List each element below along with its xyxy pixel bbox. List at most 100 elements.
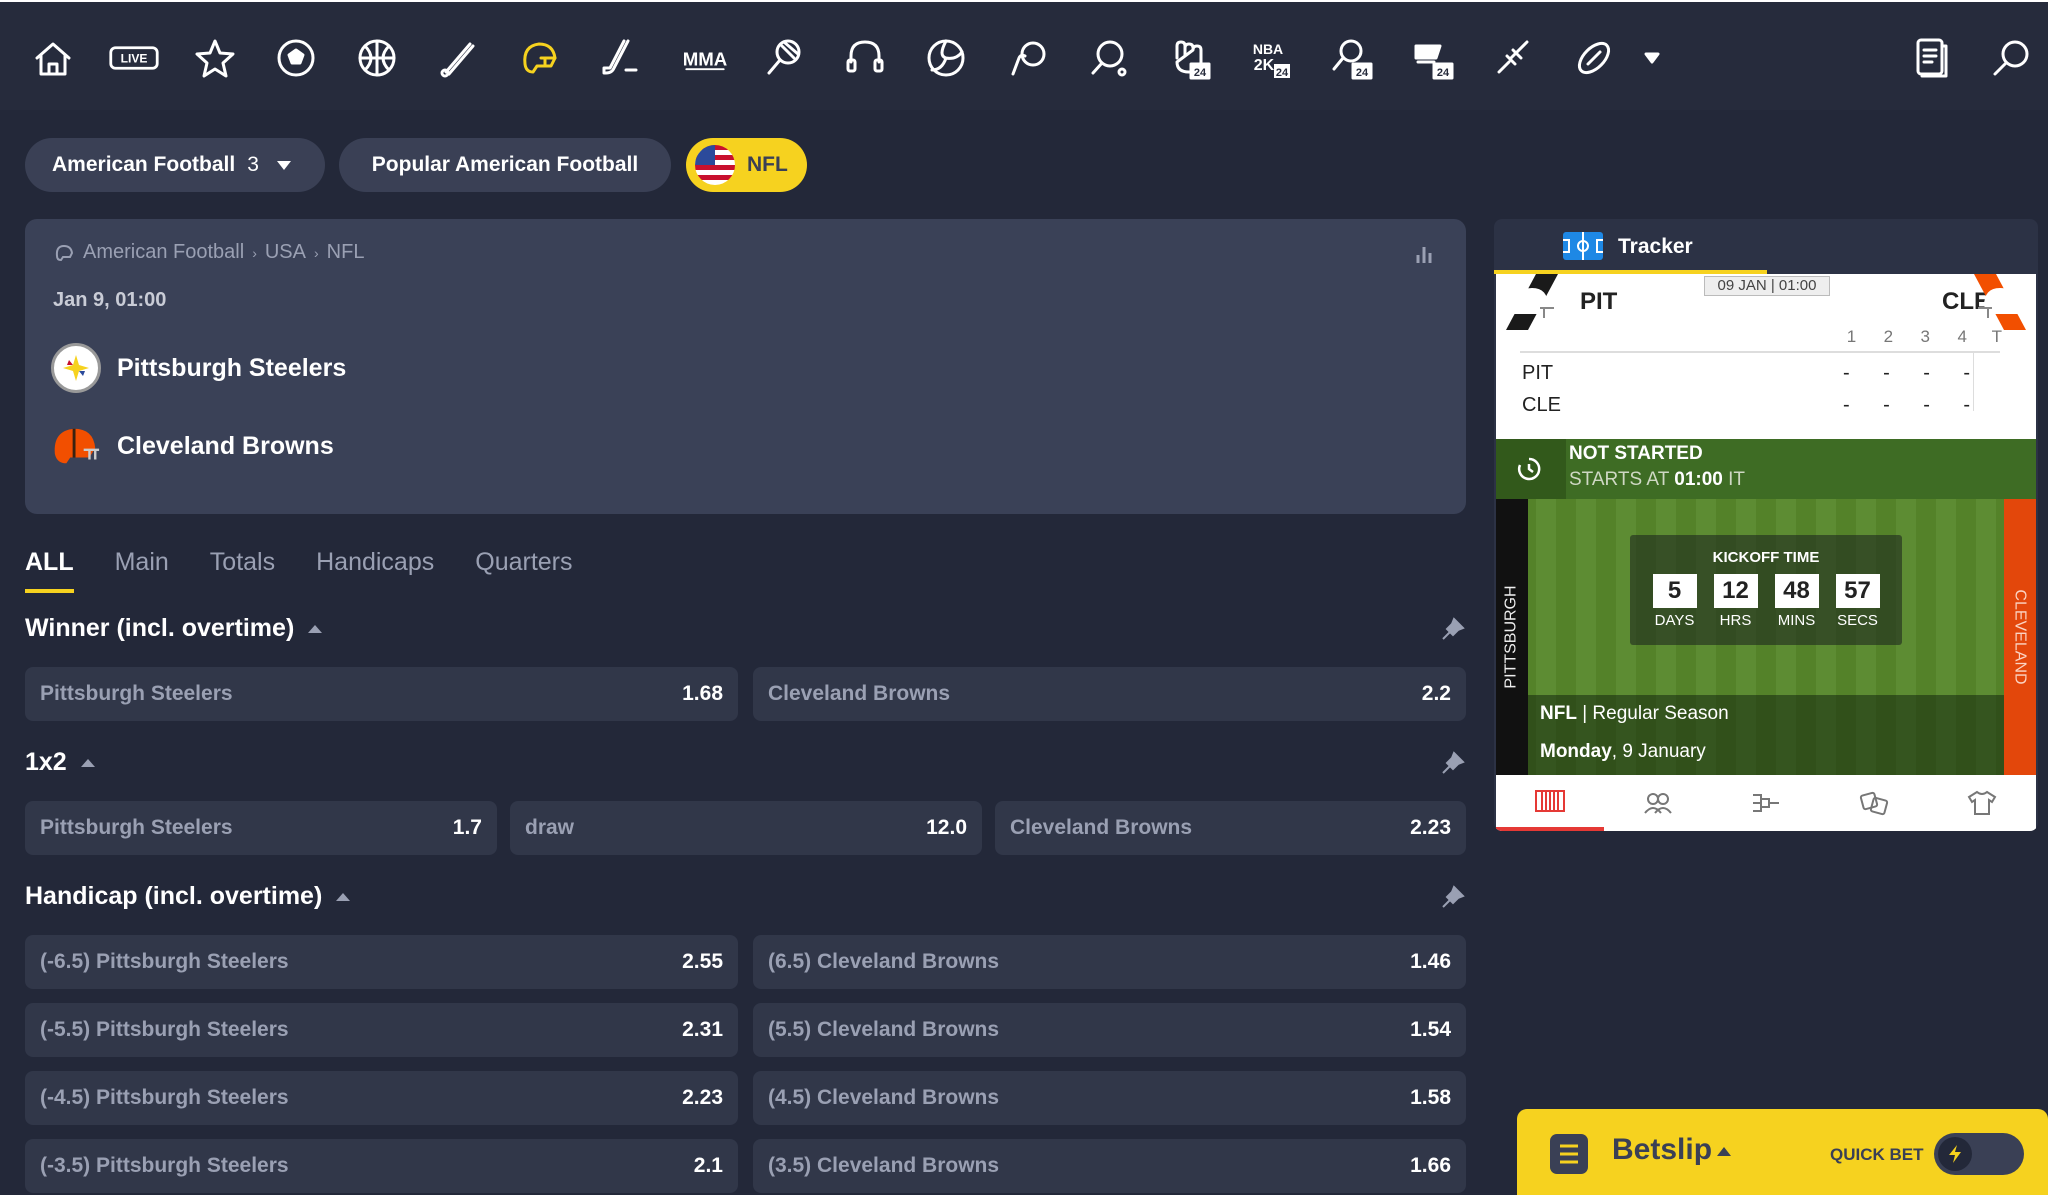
tab-main[interactable]: Main	[115, 548, 169, 593]
tennis-24-icon[interactable]: 24	[1325, 32, 1377, 84]
volleyball-icon[interactable]	[920, 32, 972, 84]
timer-icon	[1517, 457, 1541, 481]
countdown-unit: DAYS	[1654, 612, 1695, 629]
breadcrumb-league[interactable]: NFL	[327, 241, 365, 264]
odd-button[interactable]: (-3.5) Pittsburgh Steelers 2.1	[25, 1139, 738, 1193]
soccer-icon[interactable]	[270, 32, 322, 84]
ice-hockey-24-icon[interactable]: 24	[1406, 32, 1458, 84]
table-tennis-icon[interactable]	[1082, 32, 1134, 84]
jersey-icon	[1967, 790, 1997, 815]
1x2-market-title: 1x2	[25, 748, 67, 776]
breadcrumb-country[interactable]: USA	[265, 241, 306, 264]
winner-market-header[interactable]: Winner (incl. overtime)	[25, 614, 323, 643]
match-status: NOT STARTED	[1569, 443, 1703, 464]
tracker-tab-lineups[interactable]	[1604, 775, 1712, 831]
more-dropdown-icon[interactable]	[1626, 32, 1678, 84]
score-cell: -	[1843, 394, 1850, 416]
event-card: American Football › USA › NFL Jan 9, 01:00…	[25, 219, 1466, 514]
score-cell	[1987, 394, 2022, 417]
search-icon[interactable]	[1985, 32, 2037, 84]
odd-button[interactable]: (-4.5) Pittsburgh Steelers 2.23	[25, 1071, 738, 1125]
tracker-tab-stats[interactable]	[1820, 775, 1928, 831]
tab-handicaps[interactable]: Handicaps	[316, 548, 434, 593]
odd-label: (-3.5) Pittsburgh Steelers	[40, 1154, 289, 1177]
odd-button[interactable]: (-5.5) Pittsburgh Steelers 2.31	[25, 1003, 738, 1057]
betslip-label: Betslip	[1612, 1133, 1713, 1166]
popular-filter-chip[interactable]: Popular American Football	[339, 138, 671, 192]
match-info-overlay: NFL | Regular Season Monday, 9 January	[1528, 695, 2004, 775]
tab-totals[interactable]: Totals	[210, 548, 275, 593]
mma-icon[interactable]: MMA	[675, 32, 735, 84]
handball-icon[interactable]	[1001, 32, 1053, 84]
odd-button[interactable]: (6.5) Cleveland Browns 1.46	[753, 935, 1466, 989]
start-time: 01:00	[1674, 469, 1723, 490]
odd-button[interactable]: Cleveland Browns 2.2	[753, 667, 1466, 721]
pitch-icon	[1563, 232, 1603, 260]
tennis-icon[interactable]	[758, 32, 810, 84]
home-icon[interactable]	[27, 32, 79, 84]
1x2-market-header[interactable]: 1x2	[25, 748, 95, 777]
tracker-tab-field[interactable]	[1496, 775, 1604, 831]
tab-all[interactable]: ALL	[25, 548, 74, 593]
field-graphic: PITTSBURGH CLEVELAND KICKOFF TIME 5 DAYS …	[1496, 499, 2036, 775]
sport-filter-dropdown[interactable]: American Football 3	[25, 138, 325, 192]
market-tabs: ALL Main Totals Handicaps Quarters	[25, 548, 614, 593]
odd-label: (4.5) Cleveland Browns	[768, 1086, 1000, 1109]
odd-button[interactable]: (4.5) Cleveland Browns 1.58	[753, 1071, 1466, 1125]
tracker-tab-bracket[interactable]	[1712, 775, 1820, 831]
odd-value: 2.55	[682, 950, 723, 973]
league-filter-chip[interactable]: NFL	[686, 138, 807, 192]
basketball-icon[interactable]	[351, 32, 403, 84]
score-cell: -	[1963, 362, 1971, 384]
odd-button[interactable]: (5.5) Cleveland Browns 1.54	[753, 1003, 1466, 1057]
betslip-history-icon[interactable]	[1904, 32, 1956, 84]
odd-button[interactable]: Pittsburgh Steelers 1.68	[25, 667, 738, 721]
odd-button[interactable]: (-6.5) Pittsburgh Steelers 2.55	[25, 935, 738, 989]
baseball-icon[interactable]	[432, 32, 484, 84]
tracker-tab-jersey[interactable]	[1928, 775, 2036, 831]
tracker-bottom-tabs	[1496, 775, 2036, 831]
pin-icon[interactable]	[1440, 884, 1466, 910]
kickoff-label: KICKOFF TIME	[1712, 549, 1820, 566]
live-icon[interactable]: LIVE	[106, 32, 162, 84]
svg-text:LIVE: LIVE	[121, 52, 148, 66]
star-icon[interactable]	[189, 32, 241, 84]
season-name: | Regular Season	[1582, 703, 1729, 724]
pin-icon[interactable]	[1440, 750, 1466, 776]
handicap-market-header[interactable]: Handicap (incl. overtime)	[25, 882, 351, 911]
breadcrumb: American Football › USA › NFL	[53, 241, 364, 264]
tracker-header[interactable]: Tracker	[1494, 219, 2038, 274]
odd-button[interactable]: (3.5) Cleveland Browns 1.66	[753, 1139, 1466, 1193]
score-team: CLE	[1522, 394, 1561, 416]
rugby-icon[interactable]	[1568, 32, 1620, 84]
pin-icon[interactable]	[1440, 616, 1466, 642]
odd-button[interactable]: Pittsburgh Steelers 1.7	[25, 801, 497, 855]
match-tracker: Tracker PIT 09 JAN | 01:00 CLE 1234T PIT…	[1494, 219, 2038, 831]
american-football-icon[interactable]	[513, 32, 565, 84]
stats-icon[interactable]	[1414, 243, 1436, 265]
odd-button[interactable]: draw 12.0	[510, 801, 982, 855]
match-status-bar: NOT STARTED STARTS AT 01:00 IT	[1496, 439, 2036, 499]
esports-icon[interactable]	[839, 32, 891, 84]
quick-bet-toggle[interactable]	[1934, 1133, 2024, 1175]
darts-icon[interactable]	[1487, 32, 1539, 84]
quick-bet-label: QUICK BET	[1830, 1145, 1924, 1164]
quarter-header: 4	[1957, 327, 1967, 346]
tab-quarters[interactable]: Quarters	[475, 548, 572, 593]
nba2k-24-icon[interactable]: NBA 2K 24	[1244, 32, 1296, 84]
league-filter-label: NFL	[747, 153, 788, 176]
breadcrumb-sport[interactable]: American Football	[83, 241, 244, 264]
scoreboard: PIT 09 JAN | 01:00 CLE 1 2 3 4 T PIT - - - - CL…	[1496, 274, 2036, 439]
betslip-bar[interactable]: Betslip QUICK BET	[1517, 1109, 2048, 1195]
odd-value: 1.68	[682, 682, 723, 705]
handicap-market-title: Handicap (incl. overtime)	[25, 882, 323, 910]
collapse-icon	[308, 624, 323, 633]
odd-label: draw	[525, 816, 575, 839]
boxing-24-icon[interactable]: 24	[1163, 32, 1215, 84]
usa-flag-icon	[695, 145, 735, 185]
odd-button[interactable]: Cleveland Browns 2.23	[995, 801, 1466, 855]
away-endzone-label: CLEVELAND	[2012, 589, 2029, 685]
odd-value: 1.54	[1410, 1018, 1451, 1041]
hockey-icon[interactable]	[594, 32, 646, 84]
odd-value: 12.0	[926, 816, 967, 839]
